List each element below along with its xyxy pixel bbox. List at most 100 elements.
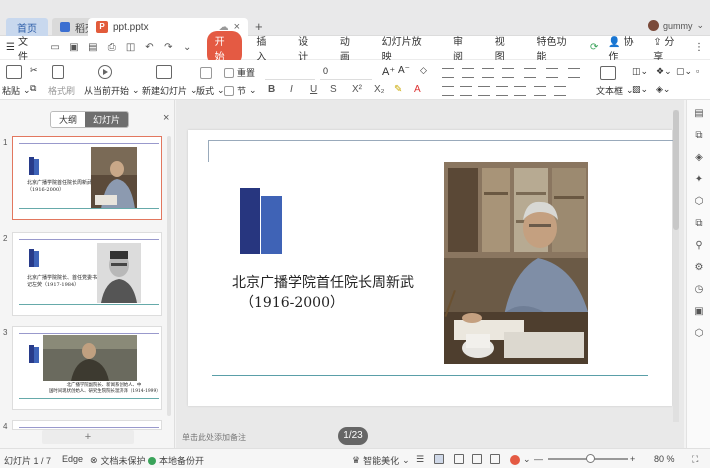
align-right-icon[interactable] (478, 86, 490, 96)
transition-icon[interactable]: ⬡ (693, 196, 705, 208)
copy-icon[interactable]: ⧉ (30, 83, 36, 94)
fill-icon[interactable]: ◈ (693, 152, 705, 164)
settings-icon[interactable]: ⚙ (693, 262, 705, 274)
textbox-icon[interactable] (600, 66, 616, 80)
align-center-icon[interactable] (460, 86, 472, 96)
notes-placeholder[interactable]: 单击此处添加备注 (182, 432, 246, 443)
normal-view-button[interactable] (434, 454, 444, 464)
more-icon[interactable]: ⋮ (694, 42, 704, 53)
layout-button[interactable]: 版式 ⌄ (196, 84, 225, 97)
shape-fill-icon[interactable]: ◈⌄ (656, 84, 670, 95)
font-family-select[interactable] (265, 66, 315, 80)
doc-protect-status[interactable]: ⊗ 文档未保护 (90, 454, 146, 467)
redo-icon[interactable]: ↷ (163, 42, 174, 53)
indent-increase-icon[interactable] (502, 68, 514, 78)
undo-icon[interactable]: ↶ (144, 42, 155, 53)
zoom-out-button[interactable]: — (534, 454, 543, 464)
line-spacing-icon[interactable] (524, 68, 536, 78)
bullets-icon[interactable] (442, 68, 454, 78)
zoom-slider-handle[interactable] (586, 454, 595, 463)
new-slide-button[interactable]: 新建幻灯片 ⌄ (142, 84, 198, 97)
zoom-level[interactable]: 80 % (654, 454, 675, 464)
cut-icon[interactable]: ✂ (30, 65, 38, 76)
hex-icon[interactable]: ⬡ (693, 328, 705, 340)
indent-decrease-icon[interactable] (482, 68, 494, 78)
file-menu[interactable]: ☰ 文件 (6, 33, 38, 63)
current-slide[interactable]: 北京广播学院首任院长周新武 （1916-2000） (188, 130, 674, 406)
slides-view-tab[interactable]: 幻灯片 (85, 112, 129, 127)
sorter-view-button[interactable] (454, 454, 464, 464)
zoom-slider[interactable] (548, 454, 628, 463)
cloud-sync-icon[interactable]: ⟳ (590, 42, 598, 53)
backup-icon[interactable]: ▣ (693, 306, 705, 318)
save-icon[interactable]: ▣ (69, 42, 80, 53)
open-folder-icon[interactable]: ▭ (50, 42, 61, 53)
export-icon[interactable]: ▤ (87, 42, 98, 53)
history-icon[interactable]: ◷ (693, 284, 705, 296)
layout-icon[interactable] (200, 67, 212, 79)
canvas-scrollbar[interactable] (673, 110, 679, 422)
close-panel-icon[interactable]: × (163, 112, 169, 124)
highlight-icon[interactable]: ✎ (394, 84, 402, 95)
new-slide-icon[interactable] (156, 65, 172, 79)
reset-button[interactable]: 重置 (224, 66, 255, 79)
animation-icon[interactable]: ✦ (693, 174, 705, 186)
distribute-icon[interactable] (514, 86, 526, 96)
columns-icon[interactable] (568, 68, 580, 78)
italic-icon[interactable]: I (290, 84, 293, 95)
slide-thumbnail[interactable]: 北京广播学院院长、首任党委书 记左荧（1917-1984） (12, 232, 162, 316)
convert-smartart-icon[interactable] (554, 86, 566, 96)
picture-icon[interactable]: ▨⌄ (632, 84, 648, 95)
format-painter-icon[interactable] (52, 65, 64, 79)
backup-status[interactable]: 本地备份开 (148, 454, 204, 467)
reading-view-button[interactable] (472, 454, 482, 464)
notes-toggle-icon[interactable]: ☰ (416, 454, 424, 465)
strikethrough-icon[interactable]: S (330, 84, 337, 95)
presenter-view-button[interactable] (490, 454, 500, 464)
align-text-icon[interactable] (534, 86, 546, 96)
bold-icon[interactable]: B (268, 84, 275, 95)
user-account[interactable]: gummy ⌄ (647, 20, 704, 31)
numbering-icon[interactable] (462, 68, 474, 78)
slide-thumbnail[interactable] (12, 420, 162, 430)
paste-button[interactable]: 粘贴 ⌄ (2, 84, 31, 97)
add-slide-button[interactable]: + (42, 430, 134, 444)
section-button[interactable]: 节 ⌄ (224, 84, 257, 97)
dropdown-icon[interactable]: ⌄ (182, 42, 193, 53)
panel-scrollbar[interactable] (167, 136, 171, 416)
ribbon-more-icon[interactable]: ▫ (696, 66, 699, 76)
copy-icon[interactable]: ⧉ (693, 218, 705, 230)
fit-window-icon[interactable]: ⛶ (692, 454, 698, 465)
font-size-select[interactable]: 0 (320, 66, 372, 80)
slide-thumbnail[interactable]: 北广播学院副院长、新闻系创始人、中 国时间现状创始人、研究生院院长温济泽（191… (12, 326, 162, 410)
slide-subtitle[interactable]: （1916-2000） (240, 292, 344, 312)
shape-outline-icon[interactable]: ▢⌄ (676, 66, 692, 77)
slide-thumbnail[interactable]: 北京广播学院首任院长周新武 （1916-2000） (12, 136, 162, 220)
properties-icon[interactable]: ▤ (693, 108, 705, 120)
collab-button[interactable]: 👤 协作 (608, 33, 643, 63)
zoom-in-button[interactable]: + (630, 454, 635, 464)
subscript-icon[interactable]: X₂ (374, 84, 385, 95)
align-left-icon[interactable] (442, 86, 454, 96)
paste-icon[interactable] (6, 65, 22, 79)
arrange-icon[interactable]: ❖⌄ (656, 66, 672, 77)
pin-icon[interactable]: ⚲ (693, 240, 705, 252)
justify-icon[interactable] (496, 86, 508, 96)
outline-view-tab[interactable]: 大纲 (51, 112, 86, 127)
portrait-photo[interactable] (444, 162, 588, 364)
preview-icon[interactable]: ◫ (125, 42, 136, 53)
shape-style-icon[interactable]: ⧉ (693, 130, 705, 142)
format-painter-button[interactable]: 格式刷 (48, 84, 75, 97)
superscript-icon[interactable]: X² (352, 84, 362, 95)
font-color-icon[interactable]: A (414, 84, 421, 95)
print-icon[interactable]: ⎙ (106, 42, 117, 53)
slide-title[interactable]: 北京广播学院首任院长周新武 (232, 272, 414, 292)
clear-format-icon[interactable]: ◇ (420, 65, 427, 76)
textbox-button[interactable]: 文本框 ⌄ (596, 84, 634, 97)
text-direction-icon[interactable] (546, 68, 558, 78)
shapes-icon[interactable]: ◫⌄ (632, 66, 648, 77)
beautify-button[interactable]: ♛ 智能美化 ⌄ (352, 454, 410, 467)
play-slideshow-button[interactable]: ⌄ (510, 454, 531, 465)
underline-icon[interactable]: U (310, 84, 317, 95)
grow-font-icon[interactable]: A⁺ (382, 65, 395, 78)
